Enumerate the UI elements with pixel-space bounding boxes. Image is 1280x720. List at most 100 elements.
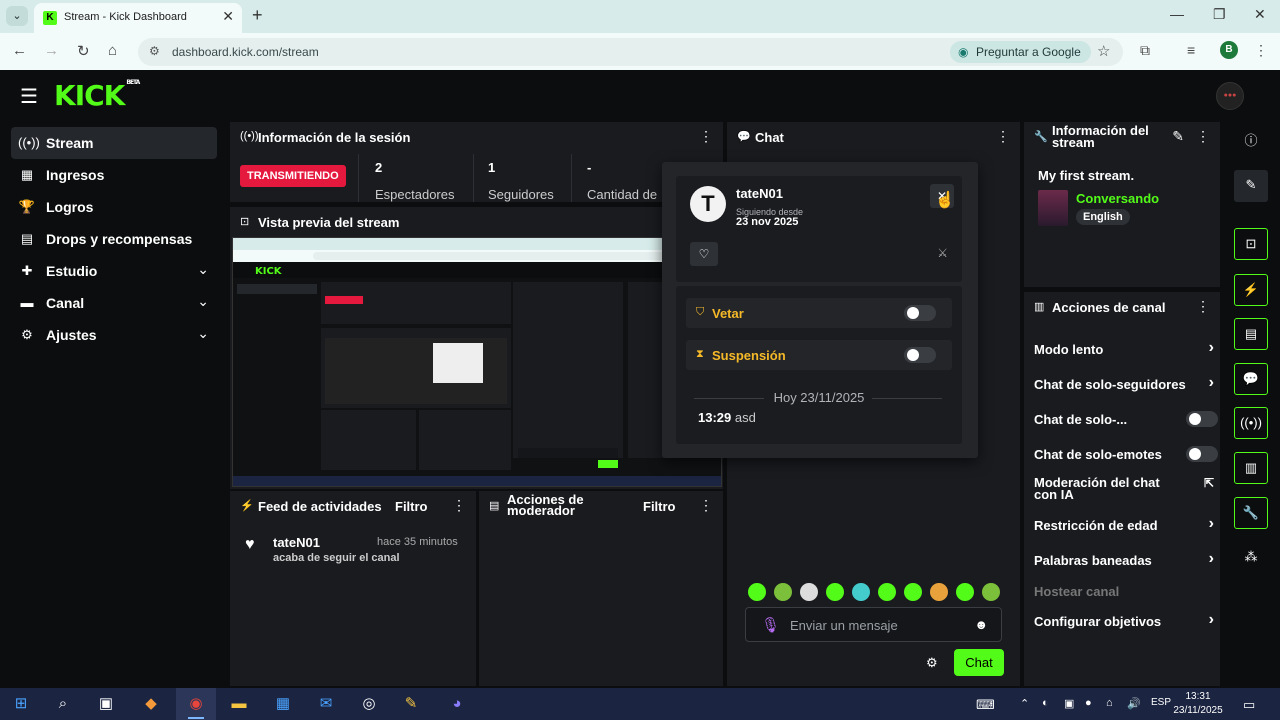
ai-moderation-item[interactable]: Moderación del chat con IA ⇱ [1034, 476, 1214, 501]
edit-pencil-icon[interactable]: ✎ [1172, 128, 1184, 145]
banned-words-item[interactable]: Palabras baneadas › [1034, 550, 1214, 568]
chat-send-button[interactable]: Chat [954, 649, 1004, 676]
feed-user[interactable]: tateN01 [273, 535, 320, 550]
age-restriction-item[interactable]: Restricción de edad › [1034, 515, 1214, 533]
site-info-icon[interactable]: ⚙ [149, 44, 160, 58]
microphone-icon[interactable]: 🎙 [761, 616, 780, 634]
profile-avatar[interactable]: B [1220, 41, 1238, 59]
more-options-icon[interactable]: ⋮ [996, 128, 1010, 145]
ask-google-button[interactable]: ◉ Preguntar a Google [950, 41, 1091, 63]
ban-toggle[interactable] [904, 305, 936, 321]
language-indicator[interactable]: ESP [1151, 697, 1171, 708]
sidebar-item-stream[interactable]: ((•)) Stream [11, 127, 217, 159]
keyboard-icon[interactable]: ⌨ [976, 697, 995, 713]
wrench-icon[interactable]: 🔧 [1234, 497, 1268, 529]
media-controls-icon[interactable]: ≡ [1187, 42, 1195, 58]
add-widget-icon[interactable]: ⁂ [1234, 542, 1268, 574]
copilot-icon[interactable]: ◆ [140, 694, 162, 714]
timeout-toggle[interactable] [904, 347, 936, 363]
microphone-icon[interactable]: ● [1085, 697, 1092, 709]
obs-icon[interactable]: ◎ [358, 694, 380, 714]
followers-only-item[interactable]: Chat de solo-seguidores › [1034, 374, 1214, 392]
layout-icon[interactable]: ▥ [1234, 452, 1268, 484]
folder-icon[interactable]: ▬ [228, 694, 250, 714]
mail-icon[interactable]: ✉ [315, 694, 337, 714]
home-button[interactable]: ⌂ [108, 42, 117, 59]
camera-icon[interactable]: ⊡ [1234, 228, 1268, 260]
sidebar-item-canal[interactable]: ▬ Canal ⌄ [11, 287, 217, 319]
restore-button[interactable]: ❐ [1213, 6, 1226, 23]
taskbar-clock[interactable]: 13:31 23/11/2025 [1172, 690, 1224, 718]
feed-filter-button[interactable]: Filtro [395, 499, 428, 514]
lightning-icon[interactable]: ⚡ [1234, 274, 1268, 306]
user-avatar[interactable]: ●●● [1216, 82, 1244, 110]
mod-filter-button[interactable]: Filtro [643, 499, 676, 514]
stream-preview-video[interactable]: KICK [232, 237, 722, 487]
tray-app-icon[interactable]: ▣ [1064, 697, 1074, 710]
address-bar[interactable]: ⚙ dashboard.kick.com/stream ◉ Preguntar a… [138, 38, 1123, 66]
tab-search-button[interactable]: ⌄ [6, 6, 28, 26]
more-options-icon[interactable]: ⋮ [1196, 128, 1210, 145]
discord-icon[interactable]: ◕ [446, 694, 468, 714]
slow-mode-item[interactable]: Modo lento › [1034, 339, 1214, 357]
chat-input[interactable]: 🎙 Enviar un mensaje ☻ [745, 607, 1002, 642]
info-icon[interactable]: ⓘ [1234, 126, 1268, 158]
emote-icon[interactable] [852, 583, 870, 601]
show-hidden-icons[interactable]: ⌃ [1020, 697, 1029, 710]
bookmark-star-icon[interactable]: ☆ [1097, 42, 1110, 60]
kick-logo[interactable]: KICK BETA [54, 79, 140, 112]
more-options-icon[interactable]: ⋮ [699, 497, 713, 514]
tab-close-icon[interactable]: ✕ [222, 8, 234, 25]
minimize-button[interactable]: — [1170, 6, 1184, 22]
windows-start-icon[interactable]: ⊞ [10, 694, 32, 714]
chat-settings-icon[interactable]: ⚙ [926, 655, 938, 671]
emote-icon[interactable] [878, 583, 896, 601]
more-options-icon[interactable]: ⋮ [699, 128, 713, 145]
tray-app-icon[interactable]: ◐ [1042, 697, 1049, 709]
emote-icon[interactable] [774, 583, 792, 601]
sidebar-item-ingresos[interactable]: ▦ Ingresos [11, 159, 217, 191]
window-close-button[interactable]: ✕ [1254, 6, 1266, 23]
sidebar-item-drops[interactable]: ▤ Drops y recompensas [11, 223, 217, 255]
emoji-icon[interactable]: ☻ [974, 617, 988, 632]
sidebar-item-estudio[interactable]: ✚ Estudio ⌄ [11, 255, 217, 287]
heart-button[interactable]: ♡ [690, 242, 718, 266]
chrome-icon[interactable]: ◉ [185, 694, 207, 714]
extensions-icon[interactable]: ⧉ [1140, 42, 1150, 59]
browser-tab[interactable]: K Stream - Kick Dashboard ✕ [34, 3, 242, 33]
chat-icon[interactable]: 💬 [1234, 363, 1268, 395]
notifications-icon[interactable]: ▭ [1243, 697, 1255, 713]
message-icon[interactable]: ▤ [1234, 318, 1268, 350]
emote-icon[interactable] [904, 583, 922, 601]
emote-icon[interactable] [982, 583, 1000, 601]
search-icon[interactable]: ⌕ [52, 694, 74, 714]
browser-menu-icon[interactable]: ⋮ [1254, 42, 1268, 59]
edit-pencil-icon[interactable]: ✎ [1234, 170, 1268, 202]
emote-icon[interactable] [956, 583, 974, 601]
reload-button[interactable]: ↻ [77, 42, 90, 60]
network-icon[interactable]: ⌂ [1106, 697, 1113, 709]
editor-icon[interactable]: ✎ [400, 694, 422, 714]
volume-icon[interactable]: 🔊 [1127, 697, 1141, 710]
stream-category[interactable]: Conversando [1076, 191, 1159, 206]
sidebar-item-ajustes[interactable]: ⚙ Ajustes ⌄ [11, 319, 217, 351]
subscribers-only-toggle[interactable] [1186, 411, 1218, 427]
task-view-icon[interactable]: ▣ [95, 694, 117, 714]
emote-icon[interactable] [800, 583, 818, 601]
emote-icon[interactable] [930, 583, 948, 601]
emote-icon[interactable] [748, 583, 766, 601]
hamburger-menu-icon[interactable]: ☰ [20, 84, 38, 109]
emotes-only-toggle[interactable] [1186, 446, 1218, 462]
more-options-icon[interactable]: ⋮ [1196, 298, 1210, 315]
broadcast-icon[interactable]: ((•)) [1234, 407, 1268, 439]
more-options-icon[interactable]: ⋮ [452, 497, 466, 514]
popup-username[interactable]: tateN01 [736, 186, 783, 201]
new-tab-button[interactable]: + [252, 5, 263, 26]
back-button[interactable]: ← [12, 42, 27, 59]
forward-button[interactable]: → [44, 42, 59, 59]
mod-icon[interactable]: ⚔ [937, 246, 948, 260]
sidebar-item-logros[interactable]: 🏆 Logros [11, 191, 217, 223]
emote-icon[interactable] [826, 583, 844, 601]
store-icon[interactable]: ▦ [272, 694, 294, 714]
goals-item[interactable]: Configurar objetivos › [1034, 611, 1214, 629]
